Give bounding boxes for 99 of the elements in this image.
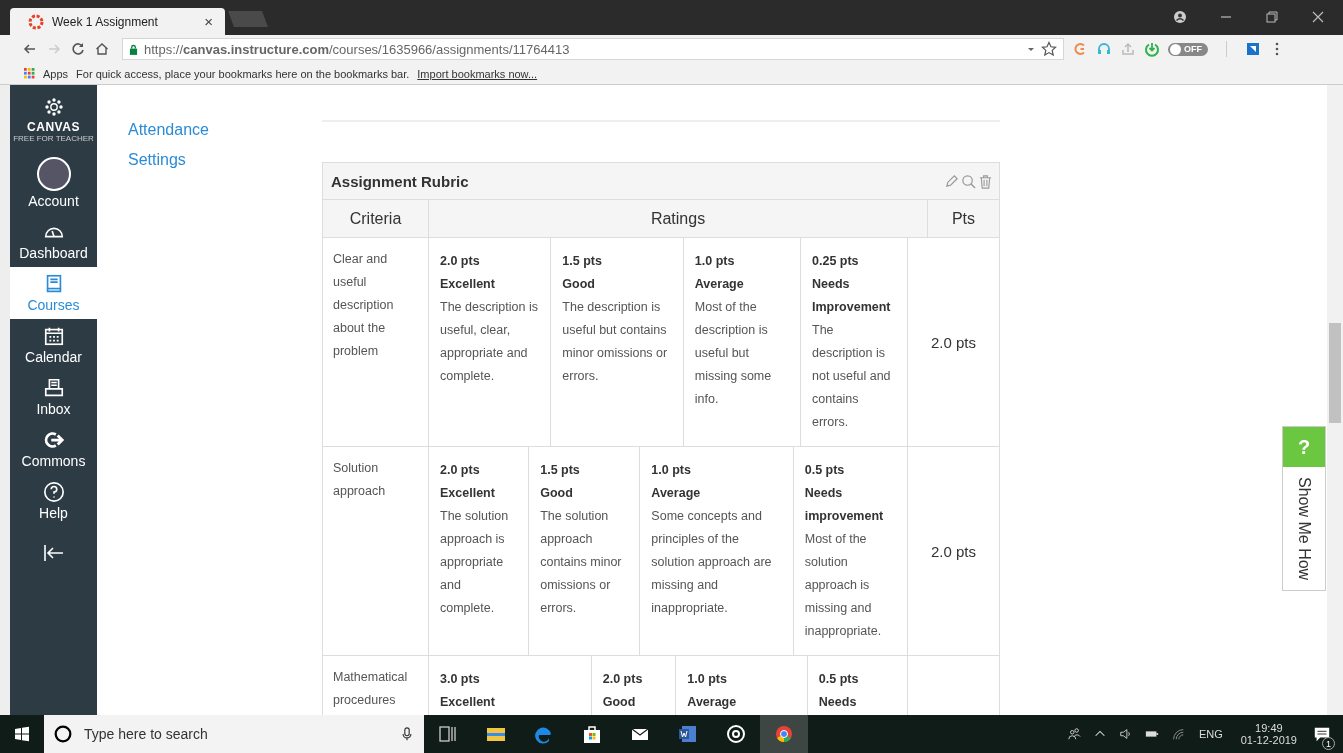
criterion-text: Mathematical procedures — [333, 669, 409, 709]
circle-icon — [54, 725, 72, 743]
calendar-icon — [42, 325, 65, 347]
global-nav-item[interactable]: Help — [10, 475, 97, 527]
rating-points: 0.5 pts — [818, 671, 860, 688]
rating-name: Average — [687, 694, 738, 711]
tab-title: Week 1 Assignment — [52, 14, 159, 29]
off-toggle[interactable]: OFF — [1168, 42, 1208, 56]
profile-icon[interactable] — [1173, 10, 1187, 24]
disc-icon — [726, 724, 746, 744]
global-nav-item[interactable]: Courses — [10, 267, 97, 319]
rating-name: Average — [694, 276, 745, 293]
rating-name: Average — [651, 485, 702, 502]
global-nav-item[interactable]: Account — [10, 151, 97, 215]
input-language[interactable]: ENG — [1198, 728, 1223, 740]
rating-name: Needs improvement — [804, 485, 885, 525]
scrollbar[interactable] — [1327, 85, 1343, 715]
speaker-icon[interactable] — [1118, 727, 1133, 741]
word-document-icon — [678, 724, 698, 744]
logo-subtitle: FREE FOR TEACHER — [13, 134, 94, 143]
course-nav-link[interactable]: Settings — [128, 151, 322, 169]
rating-description: The solution approach is appropriate and complete. — [440, 508, 510, 617]
criterion-points: 2.0 pts — [931, 333, 976, 351]
tab-close-button[interactable]: × — [204, 13, 213, 30]
course-nav-link[interactable]: Attendance — [128, 121, 322, 139]
wifi-icon[interactable] — [1170, 727, 1185, 741]
rating-description: Most of the solution approach is missing and inappropriate. — [804, 531, 883, 640]
close-icon[interactable] — [1311, 10, 1325, 24]
reload-icon[interactable] — [70, 41, 86, 57]
lock-icon — [129, 43, 138, 55]
rating-name: Good — [562, 276, 596, 293]
rating-name: Excellent — [440, 694, 496, 711]
rating-name: Good — [540, 485, 574, 502]
rating-points: 1.5 pts — [562, 253, 603, 270]
rating-description: Most of the description is useful but missing some info. — [694, 299, 773, 408]
rating-description: The description is useful but contains minor omissions or errors. — [562, 299, 669, 385]
dropdown-caret-icon[interactable] — [1027, 45, 1035, 53]
import-bookmarks-link[interactable]: Import bookmarks now... — [417, 67, 538, 80]
star-icon[interactable] — [1041, 41, 1057, 57]
browser-tab[interactable]: Week 1 Assignment × — [10, 8, 225, 35]
taskbar-search-field[interactable]: Type here to search — [82, 725, 390, 743]
rating-description: The description is useful, clear, appropriate and complete. — [440, 299, 539, 385]
inbox-icon — [42, 377, 65, 399]
column-header: Criteria — [323, 200, 429, 237]
extension-square-icon[interactable] — [1245, 41, 1261, 57]
canvas-logo-icon[interactable] — [43, 97, 64, 117]
url-text: https://canvas.instructure.com/courses/1635966/assignments/11764413 — [144, 41, 570, 57]
microphone-icon[interactable] — [400, 726, 414, 742]
rating-points: 1.0 pts — [651, 462, 692, 479]
column-header: Ratings — [429, 200, 928, 237]
rating-description: The description is not useful and contains errors. — [812, 322, 892, 431]
task-view-icon — [438, 724, 458, 744]
home-icon[interactable] — [94, 41, 110, 57]
rating-points: 0.25 pts — [812, 253, 860, 270]
clock-date: 01-12-2019 — [1240, 734, 1297, 746]
rating-points: 0.5 pts — [804, 462, 846, 479]
global-nav-item[interactable]: Inbox — [10, 371, 97, 423]
rating-points: 1.5 pts — [540, 462, 581, 479]
criterion-text: Clear and useful description about the problem — [333, 251, 395, 360]
rating-name: Needs — [818, 694, 858, 711]
trash-icon[interactable] — [978, 173, 993, 189]
address-field[interactable]: https://canvas.instructure.com/courses/1635966/assignments/11764413 — [122, 38, 1064, 60]
rating-points: 1.0 pts — [687, 671, 728, 688]
avatar — [36, 157, 71, 191]
criterion-text: Solution approach — [333, 460, 387, 500]
rating-points: 3.0 pts — [440, 671, 481, 688]
global-nav-item[interactable]: Dashboard — [10, 215, 97, 267]
rating-points: 2.0 pts — [440, 253, 481, 270]
canvas-logo-icon — [28, 13, 44, 30]
clock-time: 19:49 — [1255, 722, 1283, 734]
rating-points: 1.0 pts — [694, 253, 736, 270]
rating-name: Excellent — [440, 485, 496, 502]
arrow-icon — [42, 429, 65, 451]
criterion-points: 2.0 pts — [931, 542, 976, 560]
browser-icon — [774, 724, 794, 744]
apps-bookmark[interactable]: Apps — [43, 67, 69, 80]
rating-description: The solution approach contains minor omissions or errors. — [540, 508, 623, 617]
global-nav-item[interactable]: Calendar — [10, 319, 97, 371]
rating-name: Good — [602, 694, 637, 711]
help-icon — [42, 481, 65, 503]
notification-icon[interactable] — [1313, 725, 1331, 743]
rating-description: Some concepts and principles of the solution approach are missing and inappropriate. — [651, 508, 773, 617]
show-me-how-tab[interactable]: ? Show Me How — [1282, 426, 1326, 592]
global-nav-item[interactable]: Commons — [10, 423, 97, 475]
shopping-bag-icon — [582, 724, 602, 744]
taskbar-search-bar[interactable]: Type here to search — [44, 715, 424, 753]
clock[interactable]: 19:49 01-12-2019 — [1240, 722, 1297, 746]
rating-name: Excellent — [440, 276, 496, 293]
rubric-title: Assignment Rubric — [331, 172, 469, 190]
bookmarks-hint: For quick access, place your bookmarks here on the bookmarks bar. — [76, 67, 410, 80]
rating-name: Needs Improvement — [812, 276, 892, 316]
notification-count: 1 — [1322, 737, 1335, 750]
apps-grid-icon[interactable] — [24, 68, 35, 79]
rating-points: 2.0 pts — [440, 462, 481, 479]
column-header: Pts — [950, 208, 977, 229]
rating-points: 2.0 pts — [602, 671, 644, 688]
people-icon[interactable] — [1066, 727, 1081, 741]
restore-icon[interactable] — [1265, 10, 1279, 24]
logo-text: CANVAS — [27, 120, 80, 134]
